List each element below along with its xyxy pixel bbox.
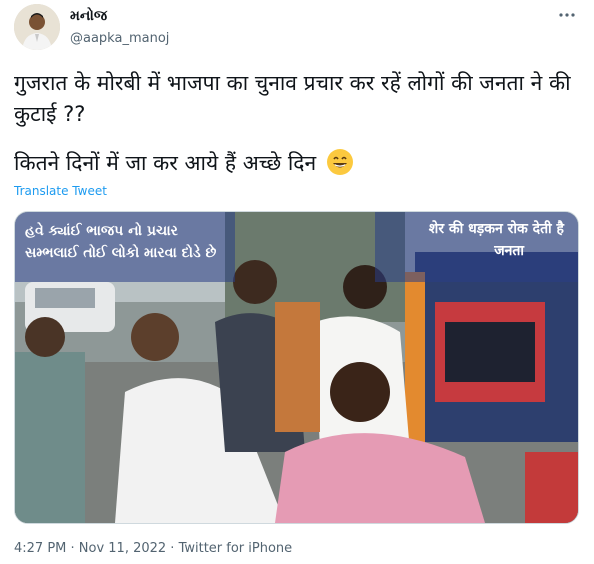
user-handle[interactable]: @aapka_manoj: [70, 31, 169, 46]
video-caption-left: હવે ક્યાંઈ ભાજપ નો પ્રચાર સમ્ભલાઈ તોઈ લો…: [25, 223, 217, 261]
display-name[interactable]: મનોજ: [70, 8, 107, 24]
tweet-text: गुजरात के मोरबी में भाजपा का चुनाव प्रचा…: [14, 68, 574, 179]
tweet-text-line2: कितने दिनों में जा कर आये हैं अच्छे दिन: [14, 148, 574, 179]
grinning-face-emoji-icon: [326, 149, 353, 175]
tweet-video[interactable]: હવે ક્યાંઈ ભાજપ નો પ્રચાર સમ્ભલાઈ તોઈ લો…: [14, 211, 579, 524]
avatar[interactable]: [14, 4, 60, 50]
more-options-button[interactable]: [558, 6, 576, 29]
tweet-text-line2-content: कितने दिनों में जा कर आये हैं अच्छे दिन: [14, 151, 317, 175]
video-caption-right: शेर की धड़कन रोक देती है जनता: [429, 218, 564, 262]
tweet: મનોજ @aapka_manoj गुजरात के मोरबी में भा…: [0, 0, 594, 564]
translate-tweet-link[interactable]: Translate Tweet: [14, 184, 107, 198]
tweet-timestamp[interactable]: 4:27 PM · Nov 11, 2022 · Twitter for iPh…: [14, 541, 292, 556]
video-caption-right-line1: शेर की धड़कन रोक देती है: [428, 221, 564, 237]
tweet-text-line1: गुजरात के मोरबी में भाजपा का चुनाव प्रचा…: [14, 71, 571, 126]
avatar-image: [14, 4, 60, 50]
more-horizontal-icon: [559, 13, 575, 17]
video-caption-right-line2: जनता: [494, 243, 524, 259]
